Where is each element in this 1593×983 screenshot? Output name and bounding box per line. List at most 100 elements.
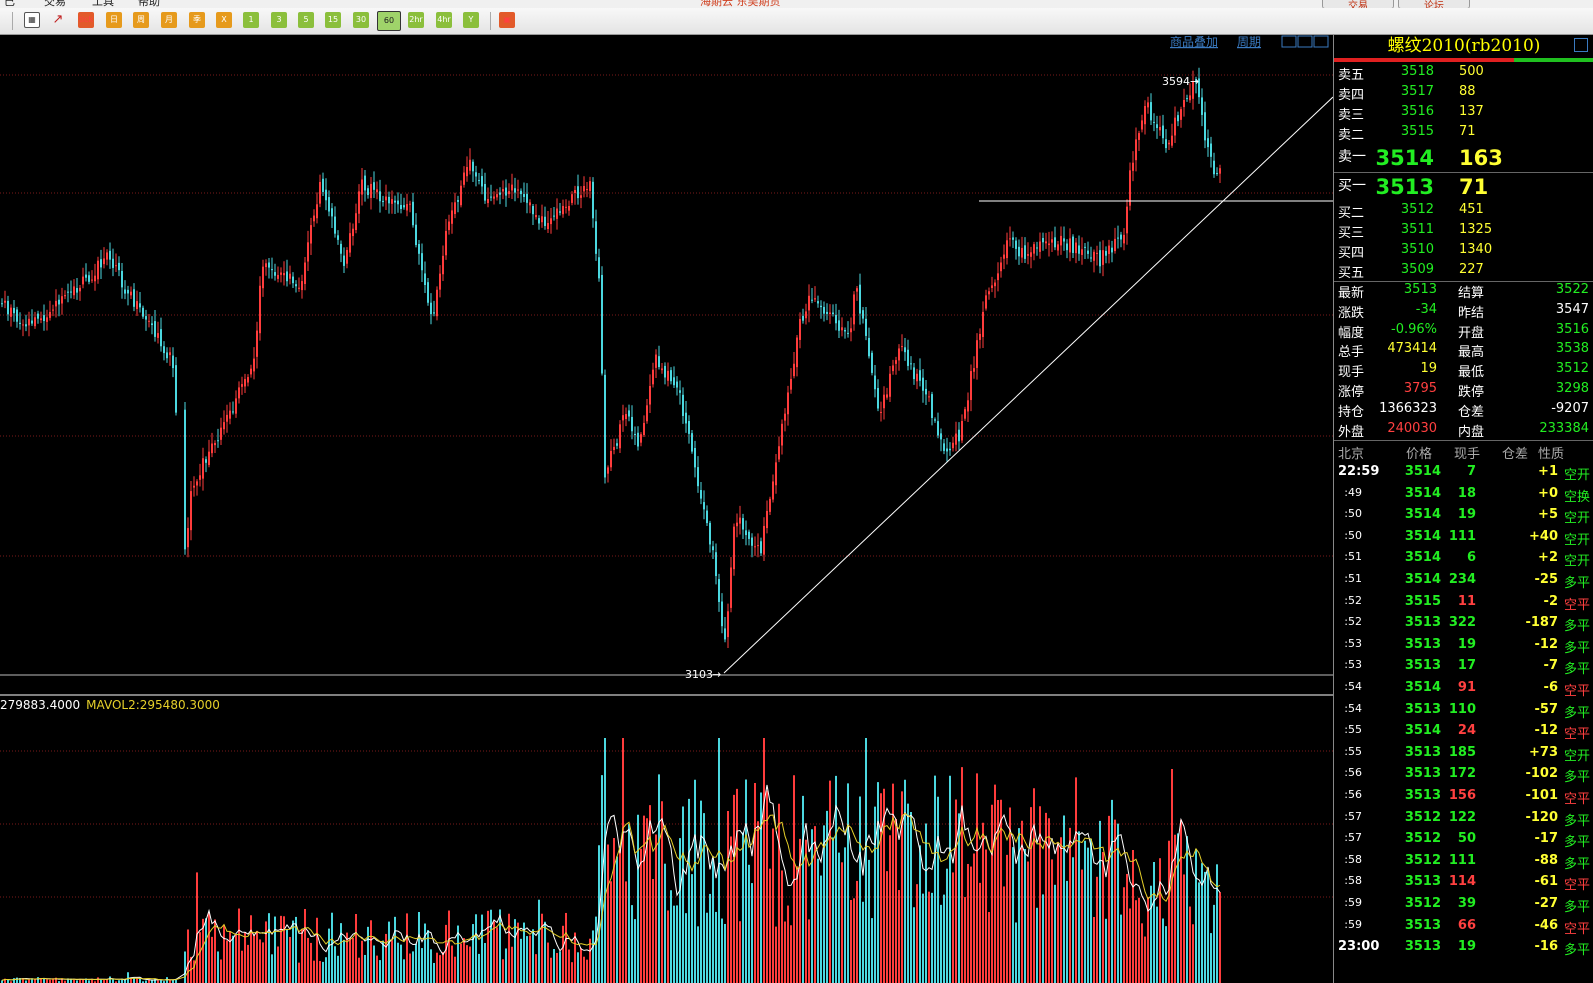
candle-body: [31, 320, 33, 324]
candle-body: [748, 531, 750, 539]
period-season-button[interactable]: 季: [189, 12, 205, 28]
period-month-button[interactable]: 月: [161, 12, 177, 28]
period-3min-button[interactable]: 3: [271, 12, 287, 28]
ask-level-label: 卖二: [1338, 128, 1365, 143]
bid-row[interactable]: 买三 3511 1325: [1334, 222, 1593, 242]
candle-body: [139, 303, 141, 308]
period-week-button[interactable]: 周: [133, 12, 149, 28]
candle-body: [412, 201, 414, 226]
candle-body: [553, 215, 555, 217]
candle-body: [973, 368, 975, 372]
candle-body: [130, 291, 132, 296]
menu-item[interactable]: 已: [4, 0, 15, 8]
period-5min-button[interactable]: 5: [298, 12, 314, 28]
candle-body: [508, 191, 510, 195]
candle-body: [1219, 168, 1221, 174]
panel-toggle-icon[interactable]: [1574, 38, 1588, 52]
period-4hr-button[interactable]: 4hr: [436, 12, 452, 28]
period-1min-button[interactable]: 1: [243, 12, 259, 28]
candle-body: [13, 307, 15, 314]
candle-body: [274, 272, 276, 276]
forum-button[interactable]: 论坛: [1398, 0, 1470, 8]
window-icon[interactable]: ▣: [499, 12, 515, 28]
bid-row[interactable]: 买二 3512 451: [1334, 202, 1593, 222]
ask-row[interactable]: 卖四 3517 88: [1334, 84, 1593, 104]
candle-body: [982, 311, 984, 338]
high-arrow: →: [1190, 75, 1199, 88]
candle-body: [166, 352, 168, 359]
candle-body: [919, 370, 921, 381]
candle-body: [589, 181, 591, 191]
candle-body: [994, 282, 996, 287]
chart-line-icon[interactable]: ↗: [50, 12, 66, 28]
candle-body: [931, 394, 933, 418]
book-divider: [1334, 172, 1593, 173]
bid-volume: 71: [1459, 175, 1489, 199]
tick-nature: 多平: [1563, 619, 1590, 635]
scroll-left-icon[interactable]: [1281, 35, 1297, 48]
candle-body: [79, 287, 81, 292]
candle-body: [127, 289, 129, 294]
period-tick-button[interactable]: tick: [78, 12, 94, 28]
candle-body: [880, 411, 882, 413]
candle-body: [1078, 245, 1080, 254]
candle-body: [751, 537, 753, 546]
candle-body: [721, 601, 723, 627]
period-15min-button[interactable]: 15: [325, 12, 341, 28]
candle-body: [736, 522, 738, 527]
zoom-icon[interactable]: [1313, 35, 1329, 48]
ask-level-label: 卖三: [1338, 108, 1365, 123]
period-2hr-button[interactable]: 2hr: [408, 12, 424, 28]
candle-body: [1138, 133, 1140, 140]
tick-volume: 111: [1448, 852, 1476, 868]
candle-body: [163, 346, 165, 354]
ask-row[interactable]: 卖一 3514 163: [1334, 146, 1593, 172]
toolbar: ▦ ↗ tick 日 周 月 季 X 1 3 5 15 30 60 2hr 4h…: [0, 8, 1593, 35]
candle-body: [601, 274, 603, 374]
ask-row[interactable]: 卖五 3518 500: [1334, 64, 1593, 84]
kline-chart-area[interactable]: 3594 → 3103 → 279883.4000 MAVOL2:295480.3…: [0, 35, 1333, 983]
menu-item-tools[interactable]: 工具: [92, 0, 114, 8]
candle-body: [667, 370, 669, 381]
ask-row[interactable]: 卖二 3515 71: [1334, 124, 1593, 144]
tick-nature: 多平: [1563, 813, 1590, 829]
bid-row[interactable]: 买一 3513 71: [1334, 175, 1593, 201]
candle-body: [28, 318, 30, 326]
candle-body: [1210, 143, 1212, 157]
stat-value: 3522: [1555, 282, 1589, 297]
period-year-button[interactable]: Y: [463, 12, 479, 28]
candle-body: [325, 189, 327, 201]
stat-value: 240030: [1387, 420, 1437, 436]
period-x-button[interactable]: X: [216, 12, 232, 28]
candle-body: [814, 298, 816, 300]
candle-body: [877, 388, 879, 409]
menu-item-trade[interactable]: 交易: [44, 0, 66, 8]
candle-body: [619, 424, 621, 449]
candle-body: [235, 398, 237, 414]
bid-row[interactable]: 买四 3510 1340: [1334, 242, 1593, 262]
scroll-right-icon[interactable]: [1297, 35, 1313, 48]
kline-svg[interactable]: 3594 → 3103 → 279883.4000 MAVOL2:295480.3…: [0, 35, 1333, 983]
tick-oi-delta: -61: [1534, 874, 1559, 890]
candle-body: [1132, 162, 1134, 171]
tick-oi-delta: -57: [1534, 701, 1559, 717]
period-day-button[interactable]: 日: [106, 12, 122, 28]
candle-body: [745, 530, 747, 536]
period-60min-button[interactable]: 60: [377, 11, 401, 31]
ask-row[interactable]: 卖三 3516 137: [1334, 104, 1593, 124]
candle-body: [406, 204, 408, 211]
bid-row[interactable]: 买五 3509 227: [1334, 262, 1593, 282]
period-30min-button[interactable]: 30: [353, 12, 369, 28]
candle-body: [40, 318, 42, 321]
menu-item-help[interactable]: 帮助: [138, 0, 160, 8]
candle-body: [604, 374, 606, 478]
candle-body: [238, 387, 240, 399]
candle-body: [643, 422, 645, 436]
table-icon[interactable]: ▦: [24, 12, 40, 28]
overlay-link[interactable]: 商品叠加: [1170, 35, 1218, 49]
trend-line[interactable]: [723, 96, 1333, 674]
candle-body: [640, 434, 642, 443]
trade-button[interactable]: 交易: [1322, 0, 1394, 8]
period-link[interactable]: 周期: [1237, 35, 1261, 49]
mavol1-value: 279883.4000: [0, 698, 80, 712]
